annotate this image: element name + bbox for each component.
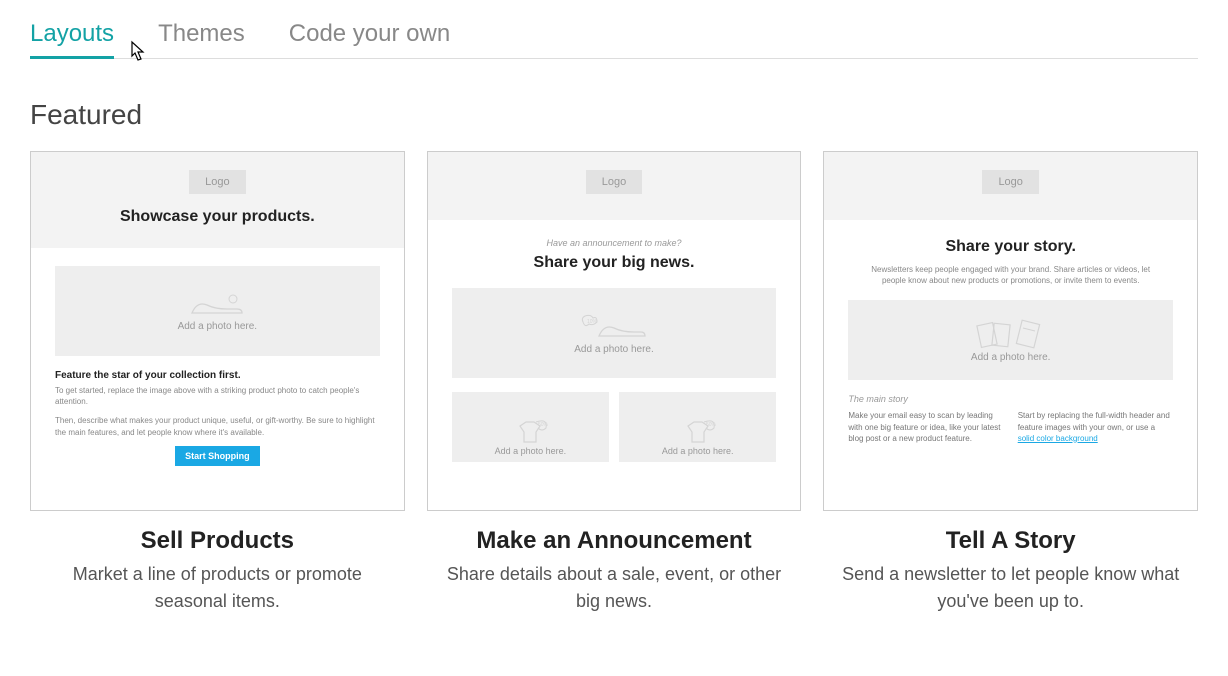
preview-intro: Newsletters keep people engaged with you… xyxy=(848,264,1173,286)
card-title: Make an Announcement xyxy=(476,527,751,555)
preview-header: Logo xyxy=(824,152,1197,220)
preview-subhead: Feature the star of your collection firs… xyxy=(55,370,380,381)
tab-themes[interactable]: Themes xyxy=(158,20,245,58)
preview-headline: Showcase your products. xyxy=(51,208,384,226)
photo-placeholder: 10% Add a photo here. xyxy=(452,288,777,378)
template-preview: Logo Have an announcement to make? Share… xyxy=(427,151,802,511)
shirt-sale-icon: 50% xyxy=(510,418,550,446)
photo-half-row: 50% Add a photo here. 50% Add a photo he… xyxy=(452,392,777,462)
preview-pretitle: Have an announcement to make? xyxy=(452,238,777,248)
placeholder-label: Add a photo here. xyxy=(574,344,654,355)
section-title: Featured xyxy=(30,99,1198,131)
photo-placeholder-small: 50% Add a photo here. xyxy=(619,392,776,462)
svg-text:50%: 50% xyxy=(706,422,717,428)
template-card-sell-products[interactable]: Logo Showcase your products. Add a photo… xyxy=(30,151,405,615)
shirt-sale-icon: 50% xyxy=(678,418,718,446)
tabs: Layouts Themes Code your own xyxy=(30,20,1198,59)
svg-text:50%: 50% xyxy=(538,422,549,428)
cards-container: Logo Showcase your products. Add a photo… xyxy=(30,151,1198,615)
template-card-make-announcement[interactable]: Logo Have an announcement to make? Share… xyxy=(427,151,802,615)
logo-placeholder: Logo xyxy=(586,170,642,194)
preview-body-text: To get started, replace the image above … xyxy=(55,385,380,407)
placeholder-label: Add a photo here. xyxy=(495,446,567,456)
card-desc: Send a newsletter to let people know wha… xyxy=(823,561,1198,615)
preview-col-text: Start by replacing the full-width header… xyxy=(1018,411,1170,431)
template-preview: Logo Showcase your products. Add a photo… xyxy=(30,151,405,511)
preview-header: Logo Showcase your products. xyxy=(31,152,404,248)
tab-code-your-own[interactable]: Code your own xyxy=(289,20,450,58)
preview-col: Make your email easy to scan by leading … xyxy=(848,410,1003,444)
preview-body-text: Then, describe what makes your product u… xyxy=(55,415,380,437)
preview-header: Logo xyxy=(428,152,801,220)
preview-body: Add a photo here. Feature the star of yo… xyxy=(31,248,404,510)
placeholder-label: Add a photo here. xyxy=(971,352,1051,363)
logo-placeholder: Logo xyxy=(982,170,1038,194)
preview-story-label: The main story xyxy=(848,394,1173,404)
shoe-sale-icon: 10% xyxy=(579,312,649,344)
template-preview: Logo Share your story. Newsletters keep … xyxy=(823,151,1198,511)
placeholder-label: Add a photo here. xyxy=(178,321,258,332)
books-icon xyxy=(973,318,1049,352)
photo-placeholder: Add a photo here. xyxy=(55,266,380,356)
card-title: Sell Products xyxy=(141,527,294,555)
preview-headline: Share your story. xyxy=(848,238,1173,256)
preview-col: Start by replacing the full-width header… xyxy=(1018,410,1173,444)
preview-body: Share your story. Newsletters keep peopl… xyxy=(824,220,1197,510)
photo-placeholder: Add a photo here. xyxy=(848,300,1173,380)
preview-cta-button: Start Shopping xyxy=(175,446,260,466)
preview-link: solid color background xyxy=(1018,434,1098,443)
logo-placeholder: Logo xyxy=(189,170,245,194)
shoe-icon xyxy=(187,291,247,321)
pointer-cursor-icon xyxy=(125,40,147,72)
photo-placeholder-small: 50% Add a photo here. xyxy=(452,392,609,462)
preview-headline: Share your big news. xyxy=(452,254,777,272)
card-desc: Share details about a sale, event, or ot… xyxy=(427,561,802,615)
svg-text:10%: 10% xyxy=(587,319,598,325)
preview-columns: Make your email easy to scan by leading … xyxy=(848,410,1173,444)
card-desc: Market a line of products or promote sea… xyxy=(30,561,405,615)
placeholder-label: Add a photo here. xyxy=(662,446,734,456)
template-card-tell-a-story[interactable]: Logo Share your story. Newsletters keep … xyxy=(823,151,1198,615)
tab-layouts[interactable]: Layouts xyxy=(30,20,114,58)
preview-body: Have an announcement to make? Share your… xyxy=(428,220,801,510)
card-title: Tell A Story xyxy=(946,527,1076,555)
